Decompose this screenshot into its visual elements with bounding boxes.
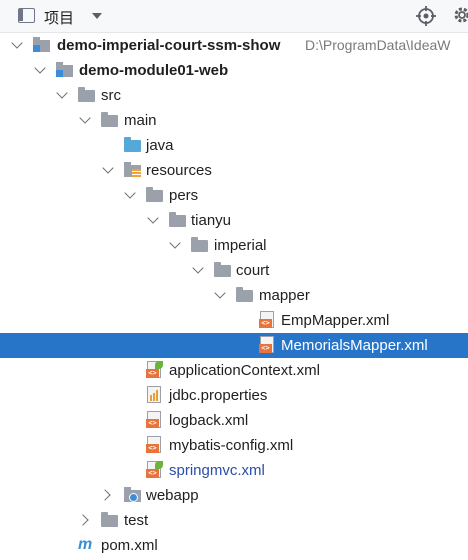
tree-item-label: test: [124, 512, 149, 529]
folder-icon: [214, 261, 231, 278]
resources-folder-icon: [124, 161, 141, 178]
folder-icon: [146, 186, 163, 203]
tree-item-jdbc-properties[interactable]: jdbc.properties: [0, 383, 468, 408]
folder-icon: [101, 511, 118, 528]
tree-item-label: java: [146, 137, 174, 154]
tree-item-label: src: [101, 87, 121, 104]
module-icon: [56, 61, 73, 78]
chevron-down-icon[interactable]: [192, 262, 204, 274]
tree-item-label: mapper: [259, 287, 310, 304]
chevron-down-icon[interactable]: [147, 212, 159, 224]
tree-item-label: MemorialsMapper.xml: [281, 337, 428, 354]
tree-item-label: resources: [146, 162, 212, 179]
tree-item-label: EmpMapper.xml: [281, 312, 390, 329]
chevron-down-icon[interactable]: [11, 37, 23, 49]
tree-item-label: imperial: [214, 237, 267, 254]
chevron-down-icon[interactable]: [34, 62, 46, 74]
project-panel-icon[interactable]: [18, 8, 35, 23]
chevron-down-icon[interactable]: [56, 87, 68, 99]
tree-item-label: court: [236, 262, 270, 279]
xml-file-icon: <>: [146, 411, 163, 428]
project-view-title[interactable]: 项目: [44, 7, 74, 28]
tree-item-src[interactable]: src: [0, 83, 468, 108]
tree-item-mapper[interactable]: mapper: [0, 283, 468, 308]
source-folder-icon: [124, 136, 141, 153]
chevron-down-icon[interactable]: [79, 112, 91, 124]
xml-file-icon: <>: [259, 311, 276, 328]
tree-item-label: pers: [169, 187, 199, 204]
folder-icon: [169, 211, 186, 228]
project-path-hint: D:\ProgramData\IdeaW: [305, 37, 451, 53]
tree-item-pers[interactable]: pers: [0, 183, 468, 208]
locate-target-icon[interactable]: [416, 6, 436, 26]
chevron-down-icon[interactable]: [124, 187, 136, 199]
tree-item-memorialsmapper-xml[interactable]: <> MemorialsMapper.xml: [0, 333, 468, 358]
tree-item-label: springmvc.xml: [169, 462, 265, 479]
tree-item-java[interactable]: java: [0, 133, 468, 158]
tree-item-mybatis-config-xml[interactable]: <> mybatis-config.xml: [0, 433, 468, 458]
tree-item-tianyu[interactable]: tianyu: [0, 208, 468, 233]
tree-item-applicationcontext-xml[interactable]: <> applicationContext.xml: [0, 358, 468, 383]
tree-item-springmvc-xml[interactable]: <> springmvc.xml: [0, 458, 468, 483]
properties-file-icon: [146, 386, 163, 403]
tree-item-logback-xml[interactable]: <> logback.xml: [0, 408, 468, 433]
folder-icon: [101, 111, 118, 128]
folder-icon: [78, 86, 95, 103]
tree-item-label: jdbc.properties: [169, 387, 268, 404]
folder-icon: [191, 236, 208, 253]
project-toolbar: 项目: [0, 0, 468, 33]
module-icon: [33, 36, 50, 53]
tree-item-label: mybatis-config.xml: [169, 437, 294, 454]
chevron-down-icon[interactable]: [214, 287, 226, 299]
xml-file-icon: <>: [259, 336, 276, 353]
chevron-down-icon[interactable]: [102, 162, 114, 174]
chevron-down-icon[interactable]: [92, 13, 102, 19]
tree-item-label: demo-imperial-court-ssm-show: [57, 37, 281, 54]
tree-item-label: logback.xml: [169, 412, 249, 429]
chevron-right-icon[interactable]: [77, 514, 89, 526]
tree-item-root-module[interactable]: demo-imperial-court-ssm-show D:\ProgramD…: [0, 33, 468, 58]
tree-item-label: applicationContext.xml: [169, 362, 320, 379]
tree-item-webapp[interactable]: webapp: [0, 483, 468, 508]
chevron-right-icon[interactable]: [99, 489, 111, 501]
tree-item-resources[interactable]: resources: [0, 158, 468, 183]
spring-xml-icon: <>: [146, 361, 163, 378]
tree-item-web-module[interactable]: demo-module01-web: [0, 58, 468, 83]
xml-file-icon: <>: [146, 436, 163, 453]
webapp-folder-icon: [124, 486, 141, 503]
tree-item-label: demo-module01-web: [79, 62, 229, 79]
chevron-down-icon[interactable]: [169, 237, 181, 249]
tree-item-label: main: [124, 112, 157, 129]
spring-xml-icon: <>: [146, 461, 163, 478]
tree-item-label: pom.xml: [101, 537, 158, 554]
tree-item-label: webapp: [146, 487, 199, 504]
tree-item-test[interactable]: test: [0, 508, 468, 533]
folder-icon: [236, 286, 253, 303]
tree-item-pom-xml[interactable]: m pom.xml: [0, 533, 468, 558]
tree-item-imperial[interactable]: imperial: [0, 233, 468, 258]
tree-item-label: tianyu: [191, 212, 232, 229]
tree-item-main[interactable]: main: [0, 108, 468, 133]
tree-item-court[interactable]: court: [0, 258, 468, 283]
gear-icon[interactable]: [452, 5, 468, 25]
tree-item-empmapper-xml[interactable]: <> EmpMapper.xml: [0, 308, 468, 333]
maven-icon: m: [78, 536, 93, 553]
